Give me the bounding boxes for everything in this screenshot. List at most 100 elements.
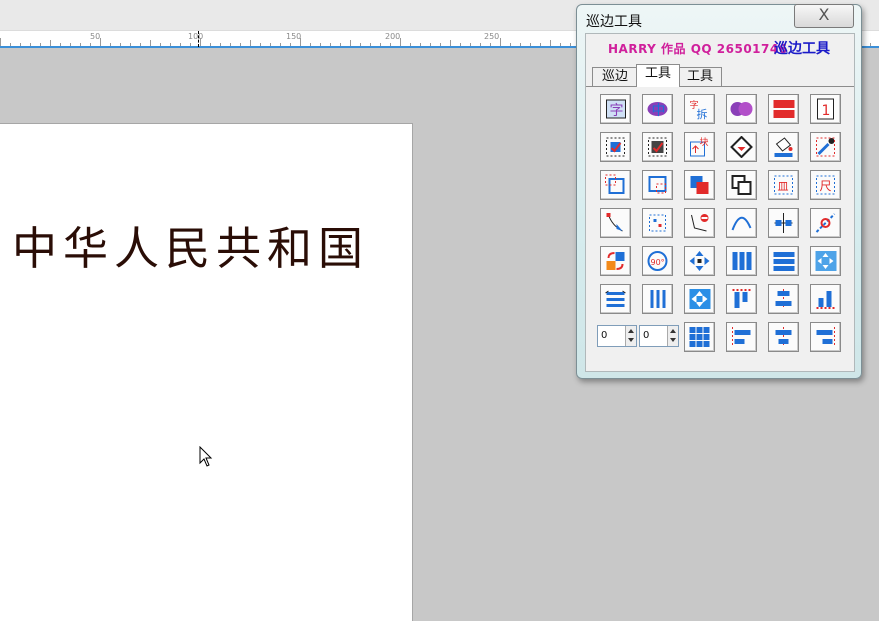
frame-move-button[interactable]	[642, 170, 673, 200]
center-move-icon	[815, 251, 837, 271]
character-outline-icon: 字	[606, 99, 626, 119]
ruler-label: 50	[90, 32, 101, 41]
node-edit-icon	[606, 213, 623, 232]
tab-xunbian[interactable]: 巡边	[592, 67, 638, 86]
page-number-icon: 1	[817, 98, 834, 120]
curve-smooth-icon	[731, 216, 752, 231]
ruler-unit-button[interactable]: 皿	[768, 170, 799, 200]
page-number-button[interactable]: 1	[810, 94, 841, 124]
rotate-90-button[interactable]: 90°	[642, 246, 673, 276]
block-insert-button[interactable]: 块	[684, 132, 715, 162]
character-outline-button[interactable]: 字	[600, 94, 631, 124]
grid-fill-icon	[648, 137, 667, 157]
expand-arrows-icon	[689, 289, 711, 309]
spin-box[interactable]: 0	[597, 325, 637, 347]
node-edit-button[interactable]	[600, 208, 631, 238]
node-delete-button[interactable]	[684, 208, 715, 238]
rotate-90-icon: 90°	[647, 251, 668, 271]
author-credit: HARRY 作品 QQ 26501746	[608, 42, 788, 56]
node-align-button[interactable]	[768, 208, 799, 238]
node-dots-button[interactable]	[642, 208, 673, 238]
svg-text:90°: 90°	[651, 258, 665, 267]
columns-button[interactable]	[726, 246, 757, 276]
ruler-measure-button[interactable]: 尺	[810, 170, 841, 200]
block-insert-icon: 块	[690, 136, 709, 157]
move-arrows-icon	[689, 251, 710, 271]
split-text-icon: 字拆	[690, 99, 708, 120]
eyedropper-button[interactable]	[810, 132, 841, 162]
ruler-label: 150	[286, 32, 302, 41]
align-top-button[interactable]	[726, 284, 757, 314]
align-left-icon	[732, 327, 751, 347]
rotate-swap-button[interactable]	[600, 246, 631, 276]
align-bottom-icon	[816, 291, 835, 309]
space-vertical-icon	[650, 290, 666, 308]
tab-tools-active[interactable]: 工具	[636, 64, 680, 87]
space-horizontal-icon	[605, 290, 626, 307]
line-break-button[interactable]	[810, 208, 841, 238]
ruler-unit-icon: 皿	[774, 175, 793, 195]
grid-fill-button[interactable]	[642, 132, 673, 162]
expand-arrows-button[interactable]	[684, 284, 715, 314]
bucket-fill-icon	[774, 137, 793, 157]
tool-panel: HARRY 作品 QQ 26501746 巡边工具 巡边 工具 工具 0 0 字…	[585, 33, 855, 372]
svg-text:中: 中	[652, 103, 666, 119]
align-right-button[interactable]	[810, 322, 841, 352]
split-text-button[interactable]: 字拆	[684, 94, 715, 124]
bring-front-icon	[690, 176, 709, 194]
svg-text:1: 1	[822, 103, 831, 119]
align-right-icon	[816, 327, 835, 347]
align-center-h-button[interactable]	[768, 322, 799, 352]
align-bottom-button[interactable]	[810, 284, 841, 314]
align-center-h-icon	[775, 327, 792, 347]
diamond-cut-button[interactable]	[726, 132, 757, 162]
align-left-button[interactable]	[726, 322, 757, 352]
svg-text:尺: 尺	[820, 179, 832, 193]
rows-icon	[773, 252, 795, 271]
grid-9-icon	[689, 327, 710, 347]
frame-move-icon	[648, 176, 667, 194]
grid-select-icon	[606, 137, 625, 157]
character-fill-button[interactable]: 中	[642, 94, 673, 124]
grid-select-button[interactable]	[600, 132, 631, 162]
node-delete-icon	[691, 214, 709, 232]
align-top-icon	[732, 289, 751, 308]
rotate-swap-icon	[606, 252, 625, 270]
space-horizontal-button[interactable]	[600, 284, 631, 314]
bucket-fill-button[interactable]	[768, 132, 799, 162]
curve-smooth-button[interactable]	[726, 208, 757, 238]
center-move-button[interactable]	[810, 246, 841, 276]
ruler-measure-icon: 尺	[816, 175, 835, 195]
red-bars-button[interactable]	[768, 94, 799, 124]
align-center-v-button[interactable]	[768, 284, 799, 314]
frame-corner-icon	[605, 174, 625, 194]
diamond-cut-icon	[730, 136, 753, 158]
frame-corner-button[interactable]	[600, 170, 631, 200]
columns-icon	[732, 252, 752, 270]
merge-char-button[interactable]	[726, 94, 757, 124]
send-back-icon	[731, 175, 752, 195]
close-button[interactable]: X	[794, 4, 854, 28]
bring-front-button[interactable]	[684, 170, 715, 200]
align-center-v-icon	[775, 289, 792, 309]
spin-box[interactable]: 0	[639, 325, 679, 347]
brand-label: 巡边工具	[774, 41, 830, 57]
grid-9-button[interactable]	[684, 322, 715, 352]
tool-window[interactable]: 巡边工具 X HARRY 作品 QQ 26501746 巡边工具 巡边 工具 工…	[576, 4, 862, 379]
svg-text:块: 块	[700, 136, 709, 148]
send-back-button[interactable]	[726, 170, 757, 200]
tab-tools[interactable]: 工具	[678, 67, 722, 86]
ruler-label: 200	[385, 32, 401, 41]
node-align-icon	[774, 213, 793, 233]
rows-button[interactable]	[768, 246, 799, 276]
ruler-cursor-marker	[198, 31, 199, 47]
move-arrows-button[interactable]	[684, 246, 715, 276]
space-vertical-button[interactable]	[642, 284, 673, 314]
line-break-icon	[815, 213, 836, 233]
red-bars-icon	[773, 100, 795, 118]
document-page[interactable]: 中华人民共和国	[0, 123, 413, 621]
document-text[interactable]: 中华人民共和国	[12, 212, 369, 277]
merge-char-icon	[730, 102, 753, 116]
svg-text:拆: 拆	[697, 107, 708, 120]
mouse-pointer-icon	[199, 446, 213, 467]
